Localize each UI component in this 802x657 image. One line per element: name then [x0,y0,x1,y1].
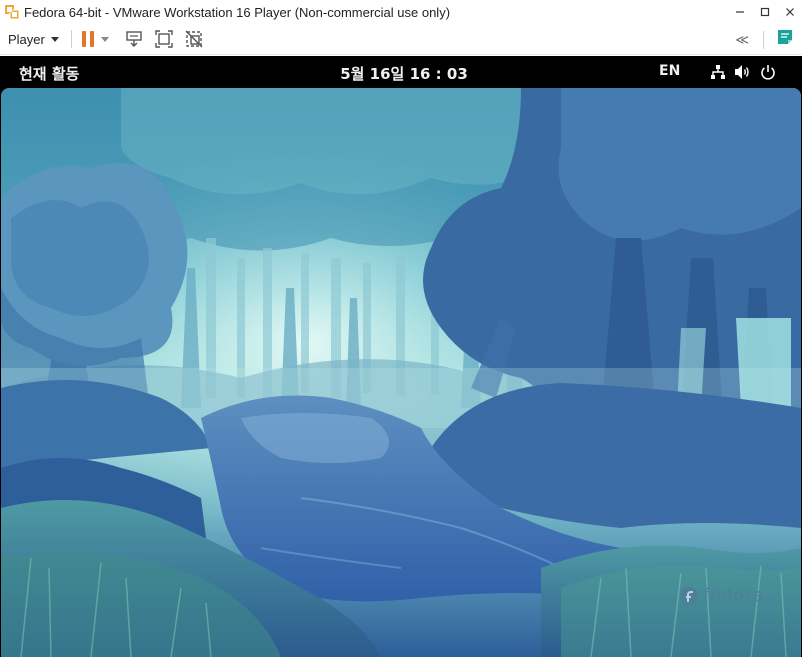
full-screen-icon[interactable] [153,28,175,50]
gnome-top-bar: 현재 활동 5월 16일 16 : 03 EN [0,56,802,88]
fedora-watermark: fedora [679,585,764,606]
unity-icon[interactable] [183,28,205,50]
pause-button[interactable] [81,27,109,51]
fedora-logo-icon [679,586,699,606]
power-icon [760,64,776,85]
toolbar-right-group: ≪ [735,24,794,55]
window-controls [727,0,802,24]
clock-button[interactable]: 5월 16일 16 : 03 [0,63,802,84]
fedora-forest-river-wallpaper [1,88,801,657]
pause-icon [81,31,94,47]
close-icon[interactable] [777,0,802,24]
guest-screen[interactable]: 현재 활동 5월 16일 16 : 03 EN fedora [0,56,802,657]
player-toolbar: Player ≪ [0,24,802,55]
collapse-chevron-icon[interactable]: ≪ [735,32,749,48]
player-menu-label: Player [8,31,45,47]
network-icon [710,64,726,85]
desktop-wallpaper[interactable]: fedora [1,88,801,657]
minimize-icon[interactable] [727,0,752,24]
player-menu-button[interactable]: Player [8,27,59,51]
volume-icon [734,64,752,85]
chevron-down-icon[interactable] [100,36,109,42]
fedora-watermark-text: fedora [703,585,765,606]
toolbar-divider [763,30,764,49]
window-titlebar: Fedora 64-bit - VMware Workstation 16 Pl… [0,0,802,24]
chevron-down-icon [50,36,59,42]
maximize-icon[interactable] [752,0,777,24]
send-ctrl-alt-del-icon[interactable] [123,28,145,50]
system-menu-button[interactable] [710,64,776,85]
window-title: Fedora 64-bit - VMware Workstation 16 Pl… [24,4,451,20]
vmware-player-icon[interactable] [4,4,20,20]
notes-icon[interactable] [776,28,794,51]
toolbar-divider [70,30,72,48]
input-language-indicator[interactable]: EN [659,63,680,79]
